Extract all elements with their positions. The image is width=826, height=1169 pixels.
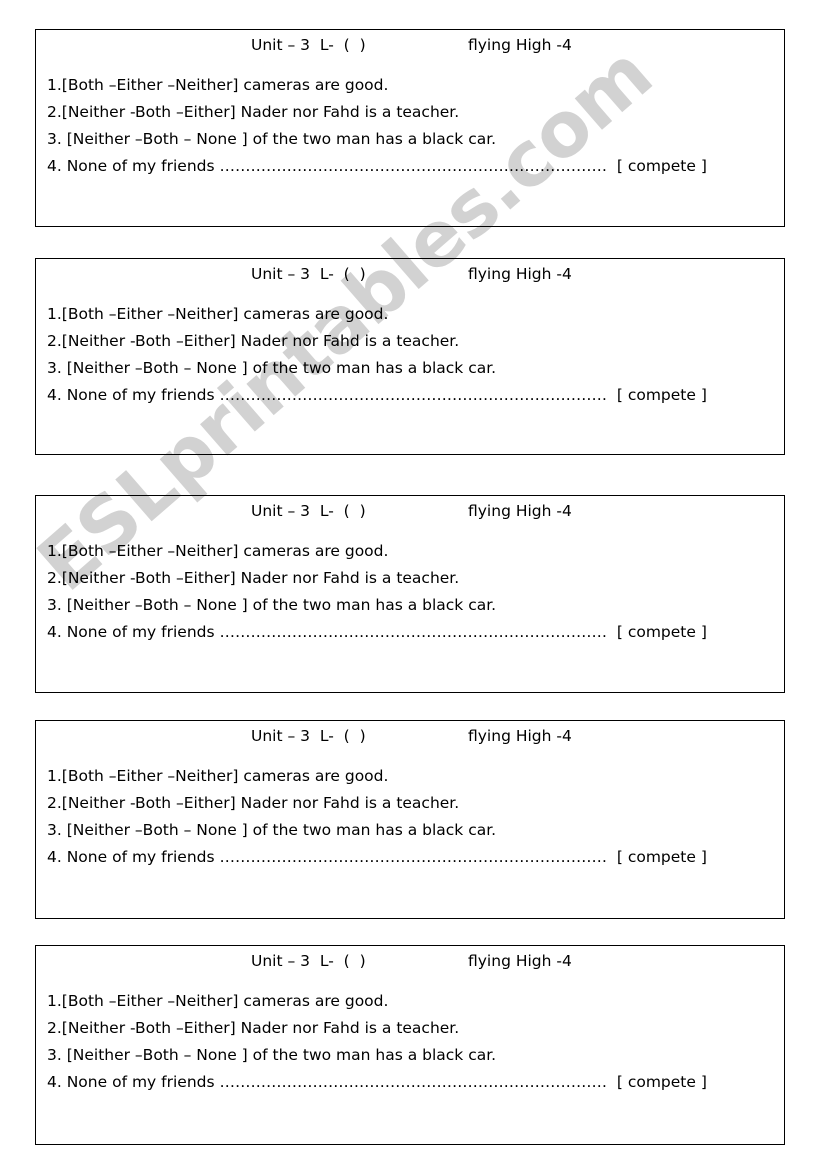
worksheet-card-5: Unit – 3 L- ( ) flying High -4 1.[Both –… xyxy=(35,945,785,1145)
unit-label: Unit – 3 L- ( ) xyxy=(251,952,366,970)
fill-in-blank-item: 4. None of my friends ………………………………………………… xyxy=(36,1069,784,1096)
fill-in-blank-item: 4. None of my friends ………………………………………………… xyxy=(36,153,784,180)
word-cue: [ compete ] xyxy=(616,386,707,404)
worksheet-card-2: Unit – 3 L- ( ) flying High -4 1.[Both –… xyxy=(35,258,785,455)
question-item: 3. [Neither –Both – None ] of the two ma… xyxy=(47,1046,497,1064)
question-list: 1.[Both –Either –Neither] cameras are go… xyxy=(36,301,784,409)
question-item: 2.[Neither -Both –Either] Nader nor Fahd… xyxy=(47,103,460,121)
unit-label: Unit – 3 L- ( ) xyxy=(251,502,366,520)
card-header: Unit – 3 L- ( ) flying High -4 xyxy=(36,36,784,66)
book-label: flying High -4 xyxy=(468,952,572,970)
book-label: flying High -4 xyxy=(468,502,572,520)
book-label: flying High -4 xyxy=(468,265,572,283)
card-header: Unit – 3 L- ( ) flying High -4 xyxy=(36,727,784,757)
blank-dotted-line[interactable]: ………………………………………………………………… xyxy=(219,623,607,641)
worksheet-card-3: Unit – 3 L- ( ) flying High -4 1.[Both –… xyxy=(35,495,785,693)
fill-in-blank-item: 4. None of my friends ………………………………………………… xyxy=(36,619,784,646)
question-item: 2.[Neither -Both –Either] Nader nor Fahd… xyxy=(47,1019,460,1037)
question-item: 1.[Both –Either –Neither] cameras are go… xyxy=(47,542,389,560)
word-cue: [ compete ] xyxy=(616,157,707,175)
question-item: 2.[Neither -Both –Either] Nader nor Fahd… xyxy=(47,569,460,587)
blank-dotted-line[interactable]: ………………………………………………………………… xyxy=(219,848,607,866)
question-item: 2.[Neither -Both –Either] Nader nor Fahd… xyxy=(47,332,460,350)
question-item: 1.[Both –Either –Neither] cameras are go… xyxy=(47,992,389,1010)
blank-prefix: 4. None of my friends xyxy=(47,386,220,404)
worksheet-card-1: Unit – 3 L- ( ) flying High -4 1.[Both –… xyxy=(35,29,785,227)
question-item: 3. [Neither –Both – None ] of the two ma… xyxy=(47,359,497,377)
card-header: Unit – 3 L- ( ) flying High -4 xyxy=(36,952,784,982)
book-label: flying High -4 xyxy=(468,36,572,54)
question-item: 3. [Neither –Both – None ] of the two ma… xyxy=(47,596,497,614)
fill-in-blank-item: 4. None of my friends ………………………………………………… xyxy=(36,844,784,871)
unit-label: Unit – 3 L- ( ) xyxy=(251,265,366,283)
fill-in-blank-item: 4. None of my friends ………………………………………………… xyxy=(36,382,784,409)
question-list: 1.[Both –Either –Neither] cameras are go… xyxy=(36,763,784,871)
blank-prefix: 4. None of my friends xyxy=(47,157,220,175)
blank-dotted-line[interactable]: ………………………………………………………………… xyxy=(219,1073,607,1091)
question-item: 1.[Both –Either –Neither] cameras are go… xyxy=(47,767,389,785)
blank-dotted-line[interactable]: ………………………………………………………………… xyxy=(219,386,607,404)
unit-label: Unit – 3 L- ( ) xyxy=(251,36,366,54)
blank-prefix: 4. None of my friends xyxy=(47,1073,220,1091)
question-item: 1.[Both –Either –Neither] cameras are go… xyxy=(47,305,389,323)
word-cue: [ compete ] xyxy=(616,848,707,866)
unit-label: Unit – 3 L- ( ) xyxy=(251,727,366,745)
card-header: Unit – 3 L- ( ) flying High -4 xyxy=(36,265,784,295)
blank-dotted-line[interactable]: ………………………………………………………………… xyxy=(219,157,607,175)
word-cue: [ compete ] xyxy=(616,623,707,641)
word-cue: [ compete ] xyxy=(616,1073,707,1091)
worksheet-card-4: Unit – 3 L- ( ) flying High -4 1.[Both –… xyxy=(35,720,785,919)
worksheet-page: ESLprintables.com Unit – 3 L- ( ) flying… xyxy=(0,0,826,1169)
question-list: 1.[Both –Either –Neither] cameras are go… xyxy=(36,988,784,1096)
question-item: 3. [Neither –Both – None ] of the two ma… xyxy=(47,130,497,148)
question-item: 3. [Neither –Both – None ] of the two ma… xyxy=(47,821,497,839)
blank-prefix: 4. None of my friends xyxy=(47,848,220,866)
question-list: 1.[Both –Either –Neither] cameras are go… xyxy=(36,72,784,180)
book-label: flying High -4 xyxy=(468,727,572,745)
question-item: 2.[Neither -Both –Either] Nader nor Fahd… xyxy=(47,794,460,812)
card-header: Unit – 3 L- ( ) flying High -4 xyxy=(36,502,784,532)
question-list: 1.[Both –Either –Neither] cameras are go… xyxy=(36,538,784,646)
blank-prefix: 4. None of my friends xyxy=(47,623,220,641)
question-item: 1.[Both –Either –Neither] cameras are go… xyxy=(47,76,389,94)
